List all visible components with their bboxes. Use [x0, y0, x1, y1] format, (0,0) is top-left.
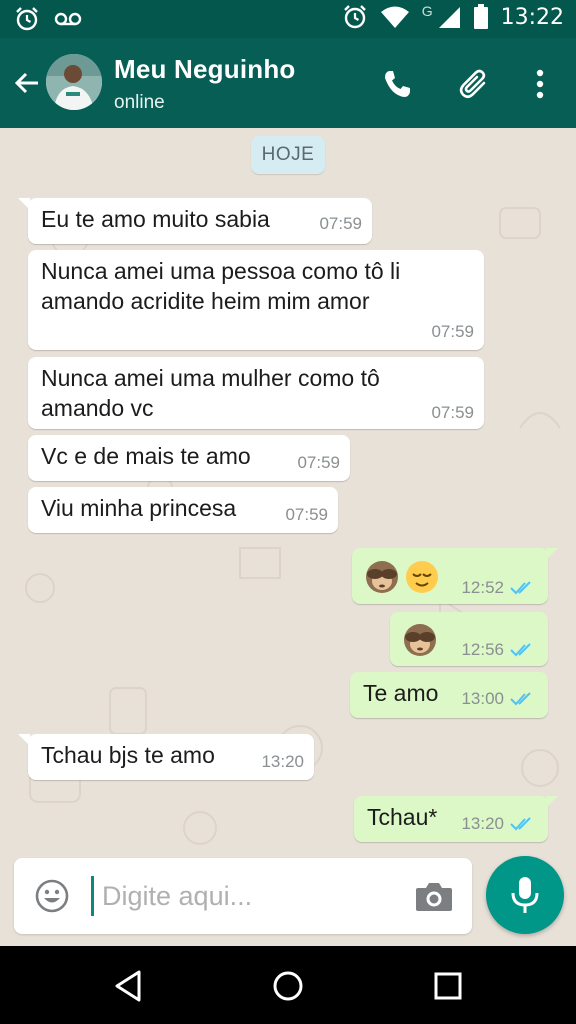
nav-recents-button[interactable]	[426, 964, 470, 1008]
see-no-evil-monkey-emoji	[366, 561, 398, 593]
chat-area[interactable]: HOJE Eu te amo muito sabia 07:59 Nunca a…	[0, 128, 576, 946]
relieved-face-emoji	[406, 561, 438, 593]
timestamp: 12:52	[461, 578, 504, 597]
message-text: Tchau bjs te amo	[41, 742, 215, 768]
message-text-line-1: Nunca amei uma mulher como tô	[41, 365, 380, 391]
phone-icon	[385, 71, 410, 97]
date-chip: HOJE	[251, 136, 325, 174]
message-meta: 13:20	[461, 814, 536, 834]
status-bar: G 13:22	[0, 0, 576, 38]
attach-button[interactable]	[454, 64, 494, 104]
menu-button[interactable]	[520, 64, 560, 104]
signal-icon	[438, 7, 460, 28]
contact-name[interactable]: Meu Neguinho	[114, 54, 296, 85]
message-input[interactable]	[102, 874, 402, 918]
message-meta: 12:52	[461, 578, 536, 598]
bubble-tail	[546, 796, 558, 808]
nav-home-button[interactable]	[266, 964, 310, 1008]
message-text: Eu te amo muito sabia	[41, 206, 270, 232]
voicemail-icon	[54, 12, 82, 26]
double-check-read-icon	[510, 817, 531, 831]
message-text: Te amo	[363, 680, 439, 706]
message-outgoing[interactable]: 12:52	[352, 548, 558, 604]
mic-icon	[511, 877, 539, 913]
message-incoming[interactable]: Tchau bjs te amo 13:20	[18, 734, 314, 780]
camera-icon[interactable]	[414, 878, 454, 914]
chat-header: Meu Neguinho online	[0, 38, 576, 128]
message-time: 07:59	[319, 214, 362, 234]
message-time: 07:59	[285, 505, 328, 525]
message-incoming[interactable]: Vc e de mais te amo 07:59	[28, 435, 350, 481]
timestamp: 07:59	[285, 505, 328, 524]
message-text: Tchau*	[367, 804, 438, 830]
paperclip-icon	[459, 69, 486, 99]
timestamp: 13:00	[461, 689, 504, 708]
timestamp: 13:20	[461, 814, 504, 833]
system-nav-bar	[0, 946, 576, 1024]
back-triangle-icon	[115, 970, 141, 1002]
message-text-line-2: amando acridite heim mim amor	[41, 288, 370, 314]
message-text: Viu minha princesa	[41, 495, 237, 521]
wifi-icon	[380, 6, 409, 28]
message-outgoing[interactable]: Tchau* 13:20	[354, 796, 558, 842]
bubble-tail	[546, 548, 558, 560]
clock: 13:22	[500, 4, 564, 30]
status-left-icons	[14, 6, 82, 32]
message-text-line-2: amando vc	[41, 395, 154, 421]
message-incoming[interactable]: Nunca amei uma pessoa como tô li amando …	[28, 250, 484, 350]
contact-status: online	[114, 92, 165, 113]
mic-button[interactable]	[486, 856, 564, 934]
message-time: 07:59	[297, 453, 340, 473]
timestamp: 07:59	[431, 322, 474, 341]
message-outgoing[interactable]: 12:56	[390, 612, 548, 666]
message-incoming[interactable]: Nunca amei uma mulher como tô amando vc …	[28, 357, 484, 429]
bubble-tail	[18, 734, 30, 746]
network-type-label: G	[421, 3, 433, 19]
message-incoming[interactable]: Eu te amo muito sabia 07:59	[18, 198, 372, 244]
avatar-image	[46, 54, 102, 110]
back-button[interactable]	[8, 64, 46, 102]
back-arrow-icon	[14, 72, 38, 94]
timestamp: 07:59	[319, 214, 362, 233]
message-text-line-1: Nunca amei uma pessoa como tô li	[41, 258, 401, 284]
message-meta: 13:00	[461, 689, 536, 709]
message-text: Vc e de mais te amo	[41, 443, 251, 469]
double-check-read-icon	[510, 581, 531, 595]
message-meta: 12:56	[461, 640, 536, 660]
call-button[interactable]	[377, 64, 417, 104]
message-time: 13:20	[261, 752, 304, 772]
message-time: 07:59	[431, 322, 474, 342]
bubble-tail	[18, 198, 30, 210]
recents-square-icon	[434, 972, 462, 1000]
message-incoming[interactable]: Viu minha princesa 07:59	[28, 487, 338, 533]
message-time: 07:59	[431, 403, 474, 423]
message-composer	[14, 858, 472, 934]
double-check-read-icon	[510, 692, 531, 706]
timestamp: 07:59	[297, 453, 340, 472]
timestamp: 13:20	[261, 752, 304, 771]
battery-icon	[473, 4, 488, 29]
message-outgoing[interactable]: Te amo 13:00	[350, 672, 548, 718]
timestamp: 12:56	[461, 640, 504, 659]
avatar[interactable]	[46, 54, 102, 110]
home-circle-icon	[273, 971, 303, 1001]
see-no-evil-monkey-emoji	[404, 624, 436, 656]
timestamp: 07:59	[431, 403, 474, 422]
double-check-read-icon	[510, 643, 531, 657]
alarm-icon	[16, 7, 38, 31]
alarm-icon	[343, 5, 366, 29]
nav-back-button[interactable]	[106, 964, 150, 1008]
emoji-icon[interactable]	[34, 878, 70, 914]
more-vertical-icon	[536, 69, 544, 99]
text-cursor	[91, 876, 94, 916]
status-right-icons: G 13:22	[342, 3, 564, 30]
